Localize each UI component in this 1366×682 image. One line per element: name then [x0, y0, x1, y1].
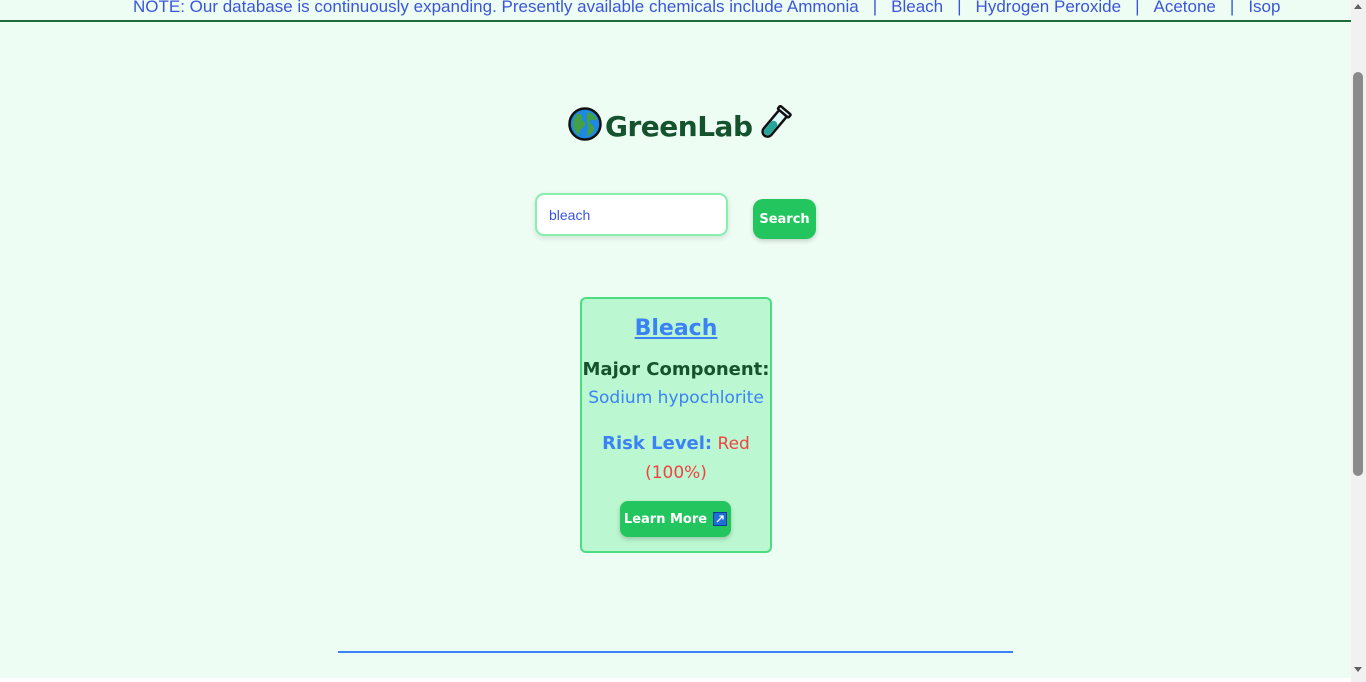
banner-note: NOTE: Our database is continuously expan… — [133, 0, 859, 16]
external-link-icon — [713, 512, 728, 526]
component-label: Major Component: — [582, 359, 770, 380]
scroll-thumb[interactable] — [1353, 72, 1363, 476]
search-input[interactable] — [535, 193, 728, 236]
scroll-up-icon[interactable] — [1354, 4, 1362, 9]
section-divider — [338, 651, 1013, 653]
banner-separator: | — [1135, 0, 1140, 16]
footer-edge — [0, 678, 1351, 682]
vertical-scrollbar[interactable] — [1351, 0, 1366, 682]
scroll-down-icon[interactable] — [1354, 667, 1362, 672]
banner-chemical: Isop — [1248, 0, 1281, 16]
learn-more-label: Learn More — [623, 511, 708, 527]
banner-chemical: Acetone — [1153, 0, 1216, 16]
result-card: Bleach Major Component: Sodium hypochlor… — [580, 297, 772, 553]
test-tube-icon — [755, 104, 793, 147]
banner-chemical: Hydrogen Peroxide — [975, 0, 1122, 16]
globe-icon — [568, 107, 602, 145]
risk-level: Risk Level: Red (100%) — [582, 429, 770, 488]
banner-separator: | — [957, 0, 962, 16]
banner-marquee: NOTE: Our database is continuously expan… — [133, 0, 1280, 17]
banner-separator: | — [1229, 0, 1235, 16]
banner-separator: | — [872, 0, 878, 16]
search-button[interactable]: Search — [753, 199, 816, 239]
page: NOTE: Our database is continuously expan… — [0, 0, 1366, 682]
logo: GreenLab — [568, 104, 793, 147]
learn-more-button[interactable]: Learn More — [620, 501, 731, 537]
banner-chemical: Bleach — [891, 0, 944, 16]
risk-label: Risk Level: — [602, 433, 713, 454]
component-value: Sodium hypochlorite — [588, 388, 764, 408]
result-title-link[interactable]: Bleach — [635, 316, 718, 341]
notice-banner: NOTE: Our database is continuously expan… — [0, 0, 1351, 22]
main-viewport: NOTE: Our database is continuously expan… — [0, 0, 1351, 682]
logo-title: GreenLab — [605, 109, 753, 143]
